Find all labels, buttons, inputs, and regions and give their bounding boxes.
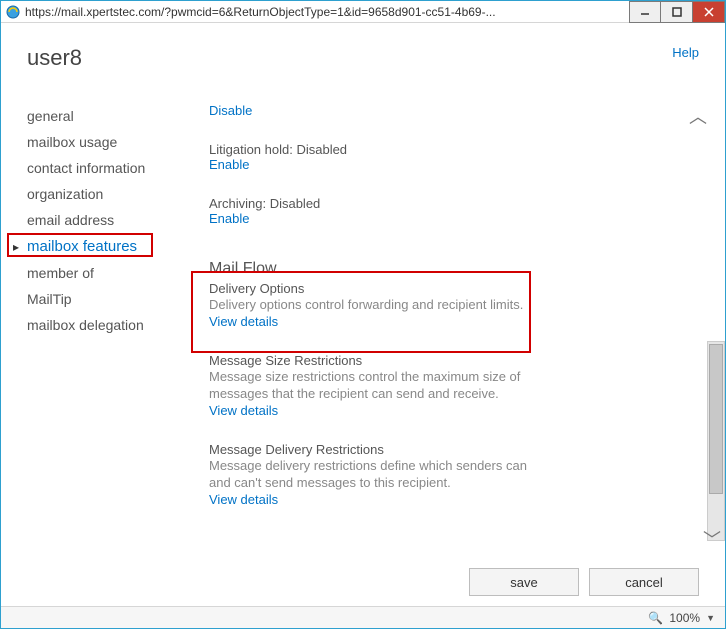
url-text: https://mail.xpertstec.com/?pwmcid=6&Ret… [25, 5, 629, 19]
buttons-row: save cancel [469, 568, 699, 596]
main-body: general mailbox usage contact informatio… [1, 93, 725, 556]
archiving-enable-link[interactable]: Enable [209, 211, 249, 226]
window-controls [629, 1, 725, 23]
cancel-button[interactable]: cancel [589, 568, 699, 596]
titlebar: https://mail.xpertstec.com/?pwmcid=6&Ret… [1, 1, 725, 23]
sidebar-item-mailbox-delegation[interactable]: mailbox delegation [1, 312, 191, 338]
message-size-view-details[interactable]: View details [209, 403, 278, 418]
zoom-icon[interactable]: 🔍 [648, 611, 663, 625]
highlight-mail-flow [191, 271, 531, 353]
litigation-label: Litigation hold: Disabled [209, 142, 685, 157]
main-pane: ︿ Disable Litigation hold: Disabled Enab… [191, 93, 725, 556]
sidebar-item-organization[interactable]: organization [1, 181, 191, 207]
scroll-down-icon[interactable]: ﹀ [703, 526, 721, 552]
sidebar: general mailbox usage contact informatio… [1, 93, 191, 556]
scrollbar-thumb[interactable] [709, 344, 723, 494]
message-size-heading: Message Size Restrictions [209, 353, 685, 368]
content-area: user8 Help general mailbox usage contact… [1, 23, 725, 606]
scroll-up-icon[interactable]: ︿ [689, 103, 707, 129]
page-title: user8 [27, 45, 82, 71]
litigation-enable-link[interactable]: Enable [209, 157, 249, 172]
archiving-block: Archiving: Disabled Enable [209, 196, 685, 226]
message-delivery-heading: Message Delivery Restrictions [209, 442, 685, 457]
litigation-block: Litigation hold: Disabled Enable [209, 142, 685, 172]
disable-block: Disable [209, 103, 685, 118]
maximize-button[interactable] [661, 1, 693, 23]
message-delivery-block: Message Delivery Restrictions Message de… [209, 442, 685, 507]
save-button[interactable]: save [469, 568, 579, 596]
message-delivery-desc: Message delivery restrictions define whi… [209, 457, 539, 492]
help-link[interactable]: Help [672, 45, 699, 60]
sidebar-item-general[interactable]: general [1, 103, 191, 129]
sidebar-item-contact-information[interactable]: contact information [1, 155, 191, 181]
zoom-level: 100% [669, 611, 700, 625]
message-size-block: Message Size Restrictions Message size r… [209, 353, 685, 418]
scrollbar-vertical[interactable] [707, 341, 725, 541]
zoom-dropdown-caret[interactable]: ▼ [706, 613, 715, 623]
close-button[interactable] [693, 1, 725, 23]
sidebar-item-member-of[interactable]: member of [1, 260, 191, 286]
minimize-button[interactable] [629, 1, 661, 23]
sidebar-item-mailbox-usage[interactable]: mailbox usage [1, 129, 191, 155]
window-frame: https://mail.xpertstec.com/?pwmcid=6&Ret… [0, 0, 726, 629]
highlight-sidebar-item [7, 233, 153, 257]
message-delivery-view-details[interactable]: View details [209, 492, 278, 507]
sidebar-item-mailtip[interactable]: MailTip [1, 286, 191, 312]
archiving-label: Archiving: Disabled [209, 196, 685, 211]
ie-icon [5, 4, 21, 20]
disable-link[interactable]: Disable [209, 103, 252, 118]
sidebar-item-email-address[interactable]: email address [1, 207, 191, 233]
statusbar: 🔍 100% ▼ [1, 606, 725, 628]
message-size-desc: Message size restrictions control the ma… [209, 368, 539, 403]
